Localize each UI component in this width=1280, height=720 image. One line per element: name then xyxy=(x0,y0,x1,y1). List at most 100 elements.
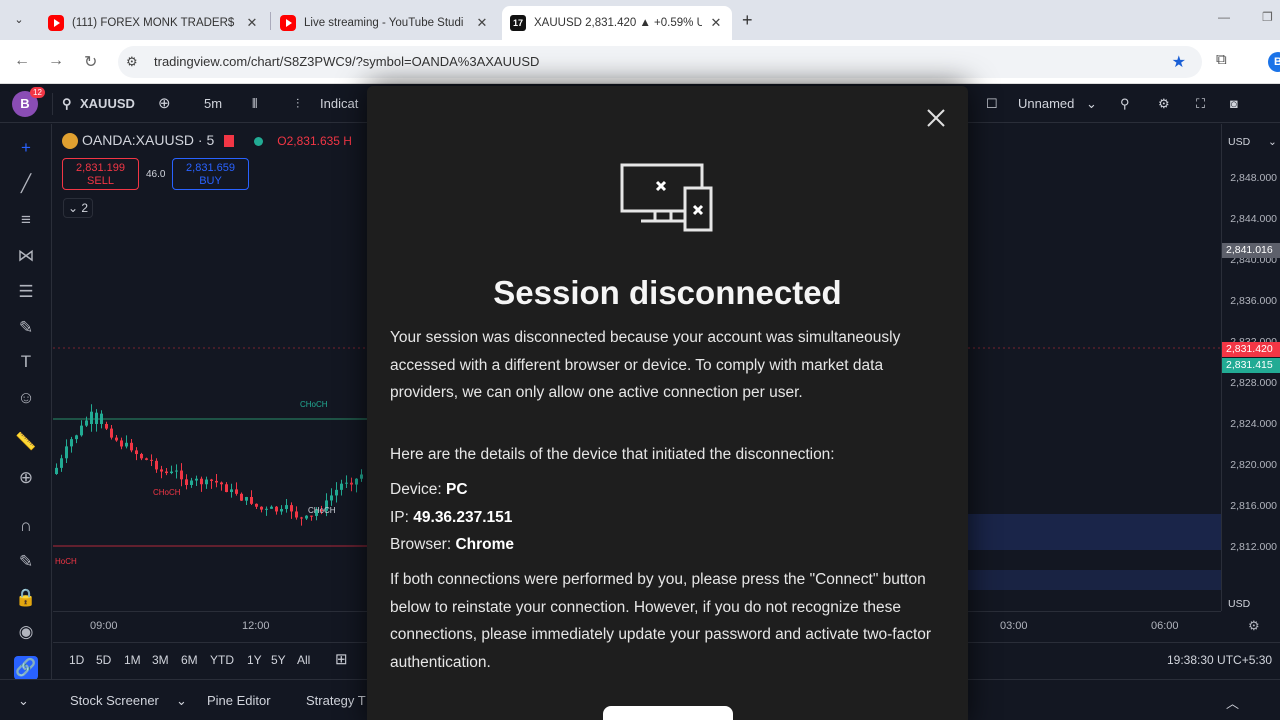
chevron-down-icon[interactable]: ⌄ xyxy=(1086,96,1097,112)
layout-select-icon[interactable]: ☐ xyxy=(986,96,998,112)
new-tab-icon[interactable]: + xyxy=(742,10,753,31)
candle-body xyxy=(135,450,138,455)
site-info-icon[interactable]: ⚙ xyxy=(126,54,138,70)
range-button[interactable]: 5D xyxy=(96,653,111,667)
candle-body xyxy=(260,506,263,510)
restore-icon[interactable]: ❐ xyxy=(1262,10,1273,24)
indicators-collapse-button[interactable]: ⌄ 2 xyxy=(63,198,93,218)
lock-drawing-icon[interactable]: ✎ xyxy=(14,550,38,574)
crosshair-icon[interactable]: + xyxy=(14,136,38,160)
emoji-icon[interactable]: ☺ xyxy=(14,386,38,410)
back-icon[interactable]: ← xyxy=(14,52,30,70)
clock[interactable]: 19:38:30 UTC+5:30 xyxy=(1167,653,1272,667)
chart-annotation: CHoCH xyxy=(308,506,336,515)
ruler-icon[interactable]: 📏 xyxy=(14,430,38,454)
close-tab-icon[interactable]: ✕ xyxy=(244,15,260,31)
browser-tab-forex-monk[interactable]: (111) FOREX MONK TRADER$ - ✕ xyxy=(40,6,268,40)
browser-tab-youtube-studio[interactable]: Live streaming - YouTube Studi ✕ xyxy=(272,6,498,40)
tab-title: Live streaming - YouTube Studi xyxy=(304,17,464,29)
legend-symbol[interactable]: OANDA:XAUUSD · 5 xyxy=(82,132,214,148)
link-icon[interactable]: 🔗 xyxy=(14,656,38,680)
range-button[interactable]: 3M xyxy=(152,653,169,667)
sell-button[interactable]: 2,831.199 SELL xyxy=(62,158,139,190)
notification-badge: 12 xyxy=(30,87,45,98)
chevron-down-icon[interactable]: ⌄ xyxy=(1268,136,1277,148)
browser-address-bar: ← → ↻ ⚙ tradingview.com/chart/S8Z3PWC9/?… xyxy=(0,40,1280,84)
pattern-icon[interactable]: ⋈ xyxy=(14,244,38,268)
candle-body xyxy=(110,428,113,438)
tab-stock-screener[interactable]: Stock Screener xyxy=(70,693,159,708)
trendline-icon[interactable]: ╱ xyxy=(14,172,38,196)
indicators-button[interactable]: Indicat xyxy=(320,96,358,111)
collapse-panel-icon[interactable]: ⌄ xyxy=(18,693,29,709)
range-button[interactable]: All xyxy=(297,653,310,667)
reload-icon[interactable]: ↻ xyxy=(84,52,97,72)
dialog-paragraph: Your session was disconnected because yo… xyxy=(390,329,901,401)
settings-icon[interactable]: ⚙ xyxy=(1158,96,1170,112)
brush-icon[interactable]: ✎ xyxy=(14,316,38,340)
text-icon[interactable]: T xyxy=(14,350,38,374)
tab-pine-editor[interactable]: Pine Editor xyxy=(207,693,271,708)
range-button[interactable]: 1M xyxy=(124,653,141,667)
currency-label[interactable]: USD xyxy=(1228,598,1250,610)
tab-strategy-tester[interactable]: Strategy T xyxy=(306,693,366,708)
chevron-down-icon[interactable]: ⌄ xyxy=(176,693,187,709)
indicators-icon[interactable]: ⫶ xyxy=(296,96,299,112)
forward-icon[interactable]: → xyxy=(48,52,64,70)
browser-tab-tradingview[interactable]: 17 XAUUSD 2,831.420 ▲ +0.59% Ur ✕ xyxy=(502,6,732,40)
url-field[interactable]: ⚙ tradingview.com/chart/S8Z3PWC9/?symbol… xyxy=(118,46,1202,78)
chevron-up-icon[interactable]: ︿ xyxy=(1226,693,1239,712)
candle-body xyxy=(150,459,153,461)
zoom-in-icon[interactable]: ⊕ xyxy=(14,466,38,490)
range-button[interactable]: YTD xyxy=(210,653,234,667)
forecast-icon[interactable]: ☰ xyxy=(14,280,38,304)
search-icon[interactable]: ⚲ xyxy=(62,96,72,112)
candle-body xyxy=(160,469,163,472)
range-button[interactable]: 5Y xyxy=(271,653,286,667)
ip-label: IP: xyxy=(390,509,414,526)
snapshot-icon[interactable]: ◙ xyxy=(1230,96,1238,111)
minimize-icon[interactable]: — xyxy=(1218,10,1230,24)
flag-icon[interactable] xyxy=(224,135,235,148)
fib-icon[interactable]: ≡ xyxy=(14,208,38,232)
chart-type-icon[interactable]: ⫴ xyxy=(252,96,257,112)
candle-body xyxy=(70,439,73,447)
candle-body xyxy=(125,442,128,447)
symbol-search-button[interactable]: XAUUSD xyxy=(80,96,135,111)
url-text: tradingview.com/chart/S8Z3PWC9/?symbol=O… xyxy=(154,54,540,69)
candle-body xyxy=(255,503,258,507)
range-button[interactable]: 1Y xyxy=(247,653,262,667)
close-tab-icon[interactable]: ✕ xyxy=(708,15,724,31)
buy-price: 2,831.659 xyxy=(186,162,235,174)
candle-body xyxy=(75,435,78,440)
compare-add-icon[interactable]: ⊕ xyxy=(158,94,171,112)
buy-button[interactable]: 2,831.659 BUY xyxy=(172,158,249,190)
candle-body xyxy=(250,497,253,504)
magnet-icon[interactable]: ∩ xyxy=(14,514,38,538)
browser-profile-avatar[interactable]: B xyxy=(1268,52,1280,72)
sell-label: SELL xyxy=(87,175,114,187)
settings-icon[interactable]: ⚙ xyxy=(1248,618,1260,634)
candle-body xyxy=(140,454,143,459)
connect-button[interactable] xyxy=(603,706,733,720)
indicator-count: 2 xyxy=(81,201,89,215)
range-button[interactable]: 6M xyxy=(181,653,198,667)
range-button[interactable]: 1D xyxy=(69,653,84,667)
close-tab-icon[interactable]: ✕ xyxy=(474,15,490,31)
fullscreen-icon[interactable]: ⛶ xyxy=(1196,96,1205,112)
bookmark-star-icon[interactable]: ★ xyxy=(1172,52,1186,72)
device-label: Device: xyxy=(390,481,446,498)
lock-icon[interactable]: 🔒 xyxy=(14,586,38,610)
currency-label[interactable]: USD xyxy=(1228,136,1250,148)
eye-icon[interactable]: ◉ xyxy=(14,620,38,644)
tab-search-icon[interactable]: ⌄ xyxy=(10,11,28,29)
candle-body xyxy=(180,470,183,480)
quick-search-icon[interactable]: ⚲ xyxy=(1120,96,1130,112)
date-range-icon[interactable]: ⊞ xyxy=(335,650,348,668)
candle-body xyxy=(120,440,123,447)
candle-body xyxy=(210,479,213,481)
layout-name[interactable]: Unnamed xyxy=(1018,96,1074,111)
interval-button[interactable]: 5m xyxy=(204,96,222,111)
extensions-icon[interactable]: ⧉ xyxy=(1216,51,1227,68)
close-icon[interactable] xyxy=(922,104,950,132)
